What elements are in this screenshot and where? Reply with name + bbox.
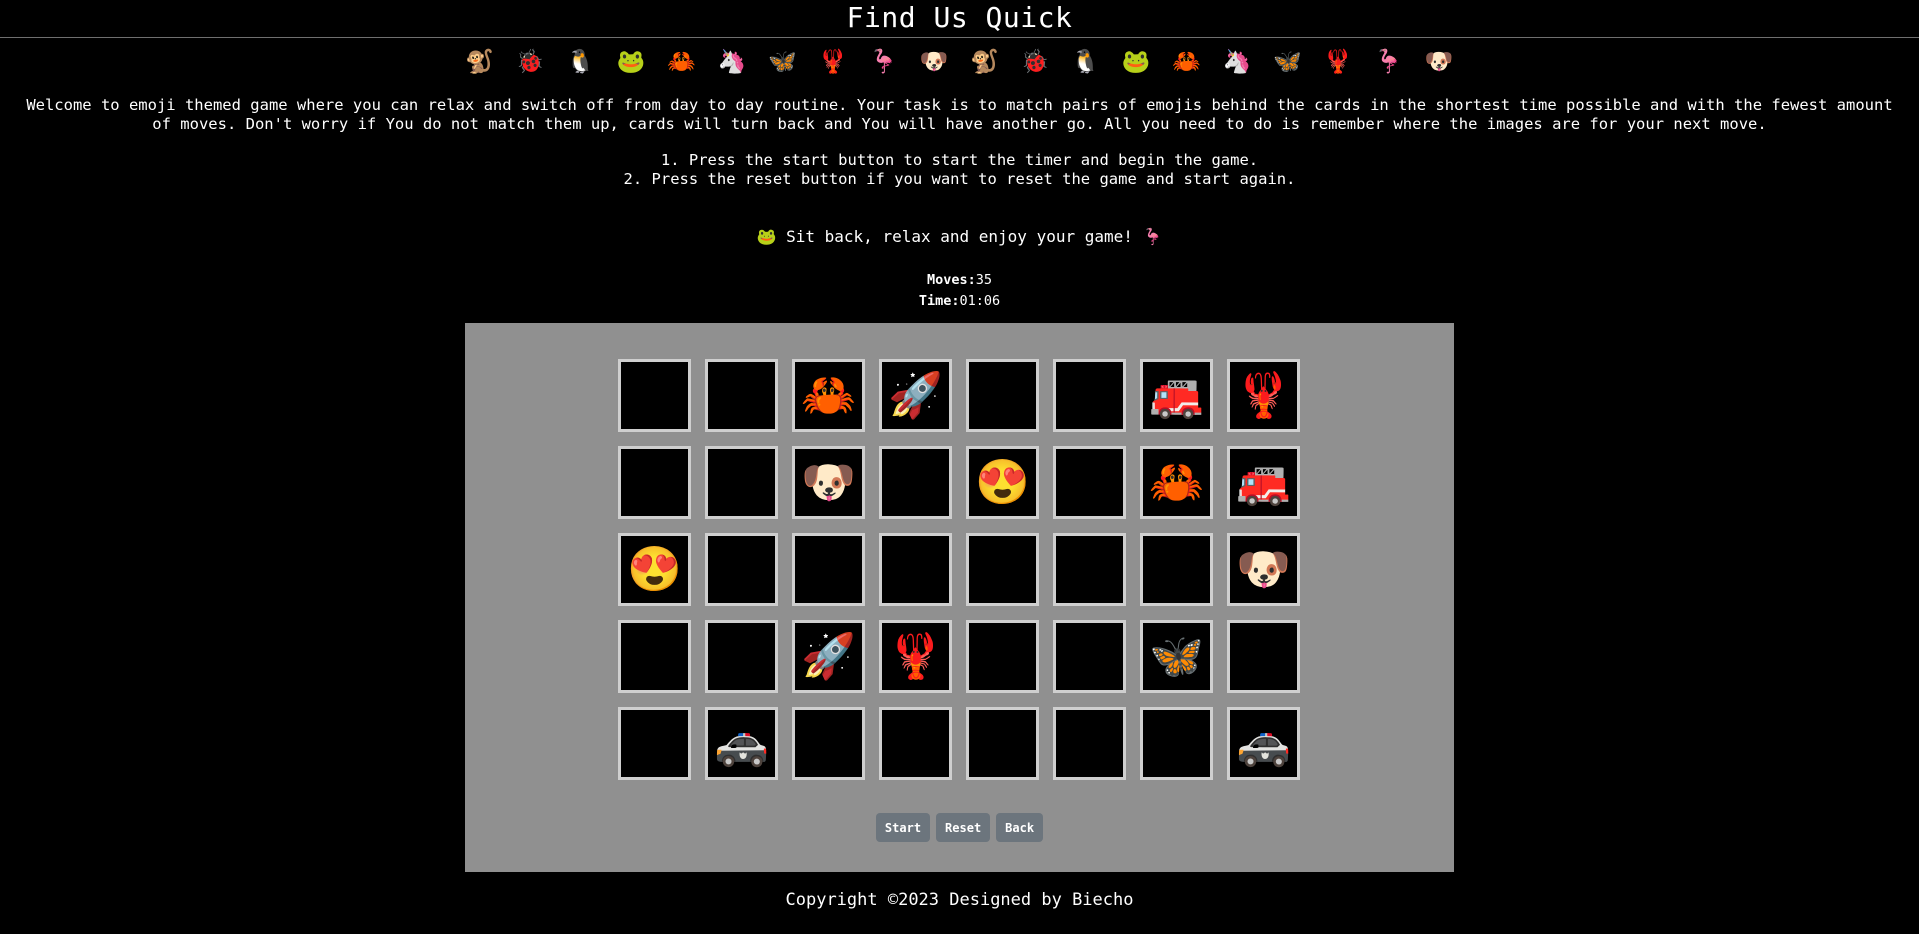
- start-button[interactable]: Start: [875, 813, 931, 842]
- frog-icon: 🐸: [756, 227, 777, 246]
- emoji-flamingo-icon: 🦩: [1374, 49, 1404, 75]
- card[interactable]: [705, 446, 778, 519]
- game-intro-text: Welcome to emoji themed game where you c…: [26, 96, 1893, 133]
- emoji-lobster-icon: 🦞: [1323, 49, 1353, 75]
- flamingo-icon: 🦩: [1142, 227, 1163, 246]
- card[interactable]: [618, 446, 691, 519]
- card[interactable]: [1053, 359, 1126, 432]
- emoji-ladybug-icon: 🐞: [1020, 49, 1050, 75]
- card[interactable]: [879, 707, 952, 780]
- card-fire-engine[interactable]: 🚒: [1227, 446, 1300, 519]
- card[interactable]: [1053, 620, 1126, 693]
- emoji-frog-icon: 🐸: [616, 49, 646, 75]
- instructions-list: 1. Press the start button to start the t…: [0, 151, 1919, 189]
- card-crab[interactable]: 🦀: [792, 359, 865, 432]
- card-police-car[interactable]: 🚓: [705, 707, 778, 780]
- emoji-monkey-icon: 🐒: [465, 49, 495, 75]
- card-dog[interactable]: 🐶: [792, 446, 865, 519]
- card[interactable]: [792, 533, 865, 606]
- emoji-crab-icon: 🦀: [1172, 49, 1202, 75]
- card-rocket[interactable]: 🚀: [792, 620, 865, 693]
- card[interactable]: [879, 533, 952, 606]
- card[interactable]: [1140, 707, 1213, 780]
- moves-counter: Moves:35: [0, 270, 1919, 291]
- card[interactable]: [966, 359, 1039, 432]
- emoji-lobster-icon: 🦞: [818, 49, 848, 75]
- emoji-unicorn-icon: 🦄: [1222, 49, 1252, 75]
- card[interactable]: [966, 620, 1039, 693]
- card[interactable]: [1053, 707, 1126, 780]
- emoji-dog-icon: 🐶: [919, 49, 949, 75]
- card[interactable]: [879, 446, 952, 519]
- emoji-penguin-icon: 🐧: [1071, 49, 1101, 75]
- time-counter: Time:01:06: [0, 291, 1919, 312]
- card[interactable]: [1227, 620, 1300, 693]
- relax-message: 🐸 Sit back, relax and enjoy your game! 🦩: [0, 227, 1919, 247]
- moves-value: 35: [975, 272, 993, 288]
- reset-button[interactable]: Reset: [936, 813, 991, 842]
- card[interactable]: [618, 359, 691, 432]
- card-butterfly[interactable]: 🦋: [1140, 620, 1213, 693]
- emoji-dog-icon: 🐶: [1424, 49, 1454, 75]
- card[interactable]: [705, 533, 778, 606]
- emoji-crab-icon: 🦀: [667, 49, 697, 75]
- emoji-penguin-icon: 🐧: [566, 49, 596, 75]
- card[interactable]: [705, 620, 778, 693]
- card-dog[interactable]: 🐶: [1227, 533, 1300, 606]
- emoji-butterfly-icon: 🦋: [1273, 49, 1303, 75]
- card-crab[interactable]: 🦀: [1140, 446, 1213, 519]
- card-heart-eyes[interactable]: 😍: [618, 533, 691, 606]
- game-stats: Moves:35 Time:01:06: [0, 270, 1919, 312]
- emoji-unicorn-icon: 🦄: [717, 49, 747, 75]
- card[interactable]: [1053, 446, 1126, 519]
- card-lobster[interactable]: 🦞: [1227, 359, 1300, 432]
- moves-label: Moves:: [926, 272, 976, 288]
- card-police-car[interactable]: 🚓: [1227, 707, 1300, 780]
- game-controls: Start Reset Back: [465, 813, 1454, 842]
- card[interactable]: [966, 533, 1039, 606]
- emoji-flamingo-icon: 🦩: [869, 49, 899, 75]
- card-grid: 🦀 🚀 🚒 🦞 🐶 😍 🦀 🚒 😍 🐶 🚀 🦞 🦋 🚓 🚓: [618, 359, 1300, 780]
- emoji-banner: 🐒 🐞 🐧 🐸 🦀 🦄 🦋 🦞 🦩 🐶 🐒 🐞 🐧 🐸 🦀 🦄 🦋 🦞 🦩 🐶: [0, 46, 1919, 78]
- card[interactable]: [705, 359, 778, 432]
- instruction-step-start: 1. Press the start button to start the t…: [660, 151, 1259, 169]
- page-footer: Copyright ©2023 Designed by Biecho: [785, 890, 1134, 910]
- time-label: Time:: [918, 293, 960, 309]
- card-rocket[interactable]: 🚀: [879, 359, 952, 432]
- card[interactable]: [1053, 533, 1126, 606]
- card-fire-engine[interactable]: 🚒: [1140, 359, 1213, 432]
- card[interactable]: [1140, 533, 1213, 606]
- card-lobster[interactable]: 🦞: [879, 620, 952, 693]
- emoji-butterfly-icon: 🦋: [768, 49, 798, 75]
- back-button[interactable]: Back: [996, 813, 1044, 842]
- game-board: 🦀 🚀 🚒 🦞 🐶 😍 🦀 🚒 😍 🐶 🚀 🦞 🦋 🚓 🚓 Start Rese…: [465, 323, 1454, 872]
- card[interactable]: [618, 620, 691, 693]
- card-heart-eyes[interactable]: 😍: [966, 446, 1039, 519]
- emoji-monkey-icon: 🐒: [970, 49, 1000, 75]
- page-title: Find Us Quick: [846, 1, 1073, 34]
- time-value: 01:06: [959, 293, 1001, 309]
- page-header: Find Us Quick: [0, 0, 1919, 38]
- emoji-frog-icon: 🐸: [1121, 49, 1151, 75]
- emoji-ladybug-icon: 🐞: [515, 49, 545, 75]
- card[interactable]: [966, 707, 1039, 780]
- relax-text: Sit back, relax and enjoy your game!: [786, 227, 1133, 246]
- card[interactable]: [618, 707, 691, 780]
- card[interactable]: [792, 707, 865, 780]
- instruction-step-reset: 2. Press the reset button if you want to…: [623, 170, 1296, 188]
